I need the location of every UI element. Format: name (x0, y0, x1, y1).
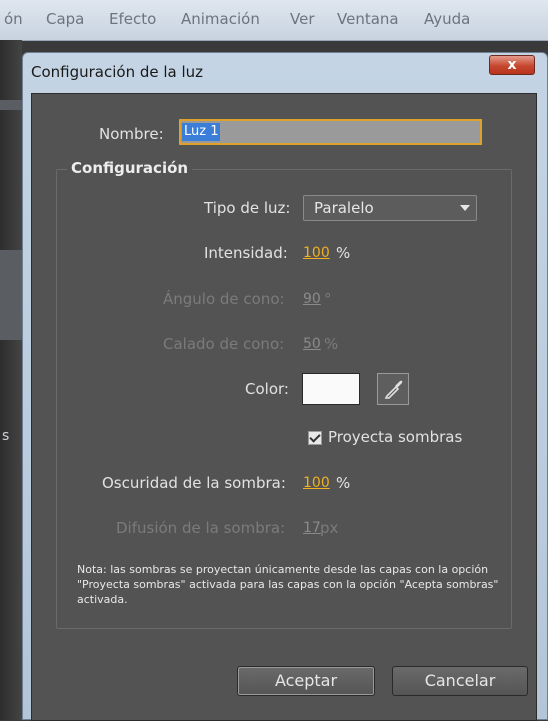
name-label: Nombre: (99, 125, 164, 143)
menu-item-capa[interactable]: Capa (46, 10, 84, 28)
menu-item-animacion[interactable]: Animación (181, 10, 260, 28)
color-swatch[interactable] (302, 373, 360, 405)
intensity-value[interactable]: 100 (303, 245, 330, 261)
eyedropper-icon (384, 380, 403, 399)
intensity-unit: % (336, 244, 351, 262)
cancel-button[interactable]: Cancelar (392, 666, 528, 696)
background-app-panel: s (0, 40, 22, 720)
shadow-darkness-value[interactable]: 100 (303, 475, 330, 491)
light-settings-dialog: Configuración de la luz x Nombre: Luz 1 … (22, 52, 548, 721)
app-menubar: ón Capa Efecto Animación Ver Ventana Ayu… (0, 0, 548, 41)
shadow-note: Nota: las sombras se proyectan únicament… (77, 563, 499, 606)
cast-shadows-checkbox[interactable] (308, 431, 322, 445)
menu-item-efecto[interactable]: Efecto (109, 10, 156, 28)
panel-strip (0, 100, 22, 110)
menu-item-ventana[interactable]: Ventana (337, 10, 399, 28)
menu-item-animacion-partial[interactable]: ón (4, 10, 23, 28)
name-field[interactable]: Luz 1 (179, 119, 482, 145)
group-title: Configuración (67, 159, 193, 177)
intensity-label: Intensidad: (204, 244, 288, 262)
shadow-diffusion-label: Difusión de la sombra: (116, 519, 286, 537)
accept-button[interactable]: Aceptar (237, 666, 375, 696)
shadow-diffusion-value: 17 (303, 520, 321, 536)
cone-feather-unit: % (324, 335, 339, 353)
eyedropper-button[interactable] (377, 373, 409, 405)
cone-angle-label: Ángulo de cono: (163, 290, 285, 308)
menu-item-ver[interactable]: Ver (290, 10, 315, 28)
cone-angle-value: 90 (303, 291, 321, 307)
cone-feather-value: 50 (303, 336, 321, 352)
light-type-label: Tipo de luz: (204, 199, 291, 217)
light-type-value: Paralelo (314, 199, 374, 217)
menu-item-ayuda[interactable]: Ayuda (424, 10, 470, 28)
color-label: Color: (245, 380, 289, 398)
settings-group: Configuración (56, 159, 512, 629)
dialog-title: Configuración de la luz (31, 63, 204, 81)
shadow-darkness-label: Oscuridad de la sombra: (102, 474, 286, 492)
panel-strip (0, 250, 22, 340)
shadow-diffusion-unit: px (320, 519, 339, 537)
cone-feather-label: Calado de cono: (163, 335, 285, 353)
chevron-down-icon (460, 205, 470, 211)
cast-shadows-label: Proyecta sombras (328, 428, 463, 446)
cone-angle-unit: ° (324, 290, 332, 308)
name-field-value: Luz 1 (182, 123, 221, 141)
close-button[interactable]: x (489, 55, 535, 75)
background-text: s (2, 428, 10, 444)
close-icon: x (507, 57, 517, 73)
light-type-dropdown[interactable]: Paralelo (303, 195, 477, 221)
shadow-darkness-unit: % (336, 474, 351, 492)
dialog-client-area: Nombre: Luz 1 Configuración Tipo de luz:… (31, 93, 537, 721)
